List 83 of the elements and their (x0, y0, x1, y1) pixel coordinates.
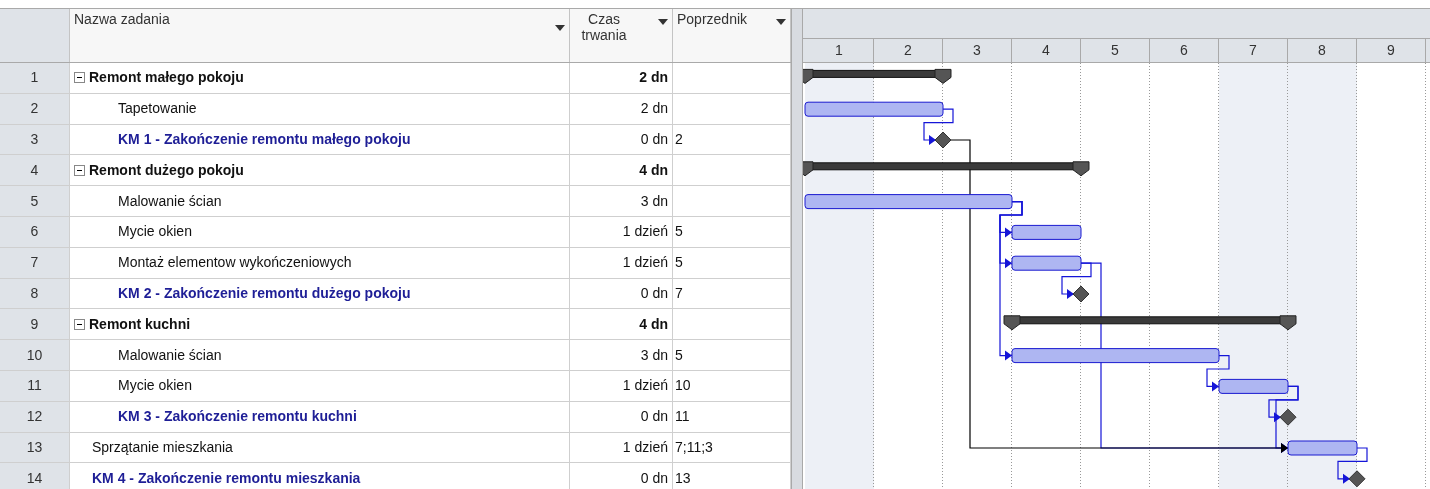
timescale-day: 5 (1081, 39, 1150, 62)
timescale-day: 2 (874, 39, 943, 62)
duration-value: 0 dn (640, 130, 668, 149)
task-name: Sprzątanie mieszkania (92, 437, 233, 457)
row-number[interactable]: 14 (0, 463, 70, 489)
row-number[interactable]: 11 (0, 370, 70, 401)
task-name: Remont kuchni (89, 314, 191, 334)
duration-value: 0 dn (640, 468, 668, 488)
duration-value: 0 dn (640, 283, 668, 303)
duration-value: 1 dzień (622, 253, 668, 273)
task-name: KM 4 - Zakończenie remontu mieszkania (92, 468, 361, 488)
predecessors-value: 10 (675, 376, 691, 396)
predecessors-value: 5 (675, 253, 683, 273)
row-number[interactable]: 1 (0, 63, 70, 93)
timescale-day: 9 (1357, 39, 1426, 62)
task-name: Mycie okien (118, 222, 192, 242)
predecessors-value: 7 (675, 283, 683, 303)
milestone-diamond[interactable] (1279, 408, 1297, 426)
timescale-day: 6 (1150, 39, 1219, 62)
task-name: Remont małego pokoju (89, 68, 244, 88)
summary-bar[interactable] (1003, 315, 1297, 331)
duration-value: 4 dn (639, 314, 668, 334)
task-bar[interactable] (1011, 255, 1082, 271)
task-bar[interactable] (804, 101, 944, 117)
row-number[interactable]: 8 (0, 278, 70, 309)
dropdown-arrow-icon[interactable] (658, 19, 668, 25)
predecessors-value: 7;11;3 (675, 437, 713, 457)
timescale-day: 3 (943, 39, 1012, 62)
row-number[interactable]: 2 (0, 93, 70, 124)
duration-value: 1 dzień (622, 222, 668, 242)
timescale-day: 7 (1219, 39, 1288, 62)
row-number[interactable]: 10 (0, 340, 70, 370)
duration-value: 3 dn (640, 345, 668, 365)
predecessors-value: 13 (675, 468, 691, 488)
dropdown-arrow-icon[interactable] (555, 25, 565, 31)
predecessors-value: 11 (675, 407, 690, 427)
dropdown-arrow-icon[interactable] (776, 19, 786, 25)
row-number[interactable]: 4 (0, 155, 70, 186)
summary-bar[interactable] (803, 161, 1090, 177)
task-name: KM 1 - Zakończenie remontu małego pokoju (118, 130, 411, 149)
duration-value: 1 dzień (622, 376, 668, 396)
duration-value: 4 dn (639, 160, 668, 180)
task-bar[interactable] (804, 194, 1013, 210)
duration-value: 0 dn (640, 407, 668, 427)
task-name: KM 2 - Zakończenie remontu dużego pokoju (118, 283, 411, 303)
task-name: Mycie okien (118, 376, 192, 396)
task-bar[interactable] (1218, 378, 1289, 394)
task-name: Tapetowanie (118, 99, 197, 119)
duration-value: 3 dn (640, 191, 668, 211)
timescale-day: 4 (1012, 39, 1081, 62)
collapse-icon[interactable] (74, 318, 85, 330)
predecessors-value: 5 (675, 345, 683, 365)
row-number[interactable]: 9 (0, 309, 70, 340)
task-name: Malowanie ścian (118, 191, 222, 211)
row-number[interactable]: 5 (0, 186, 70, 216)
row-number[interactable]: 6 (0, 217, 70, 247)
row-number[interactable]: 13 (0, 432, 70, 463)
collapse-icon[interactable] (74, 164, 85, 176)
predecessors-value: 5 (675, 222, 683, 242)
duration-value: 2 dn (640, 99, 668, 119)
column-header[interactable]: Poprzednik (673, 9, 791, 62)
task-name: KM 3 - Zakończenie remontu kuchni (118, 407, 357, 427)
task-name: Remont dużego pokoju (89, 160, 244, 180)
column-header[interactable]: Czas trwania (570, 9, 673, 62)
task-name: Montaż elementow wykończeniowych (118, 253, 352, 273)
summary-bar[interactable] (803, 68, 952, 84)
task-bar[interactable] (1011, 224, 1082, 240)
task-name: Malowanie ścian (118, 345, 222, 365)
timescale-day: 1 (805, 39, 874, 62)
dependency-arrow (1337, 447, 1368, 484)
column-header[interactable]: Nazwa zadania (70, 9, 570, 62)
row-number[interactable]: 7 (0, 247, 70, 278)
predecessors-value: 2 (675, 130, 683, 149)
duration-value: 2 dn (639, 68, 668, 88)
collapse-icon[interactable] (74, 72, 85, 84)
row-number[interactable]: 3 (0, 124, 70, 155)
row-number[interactable]: 12 (0, 401, 70, 432)
duration-value: 1 dzień (622, 437, 668, 457)
milestone-diamond[interactable] (1072, 285, 1090, 303)
task-bar[interactable] (1011, 348, 1220, 364)
milestone-diamond[interactable] (1348, 470, 1366, 488)
timescale-day: 8 (1288, 39, 1357, 62)
milestone-diamond[interactable] (934, 131, 952, 149)
